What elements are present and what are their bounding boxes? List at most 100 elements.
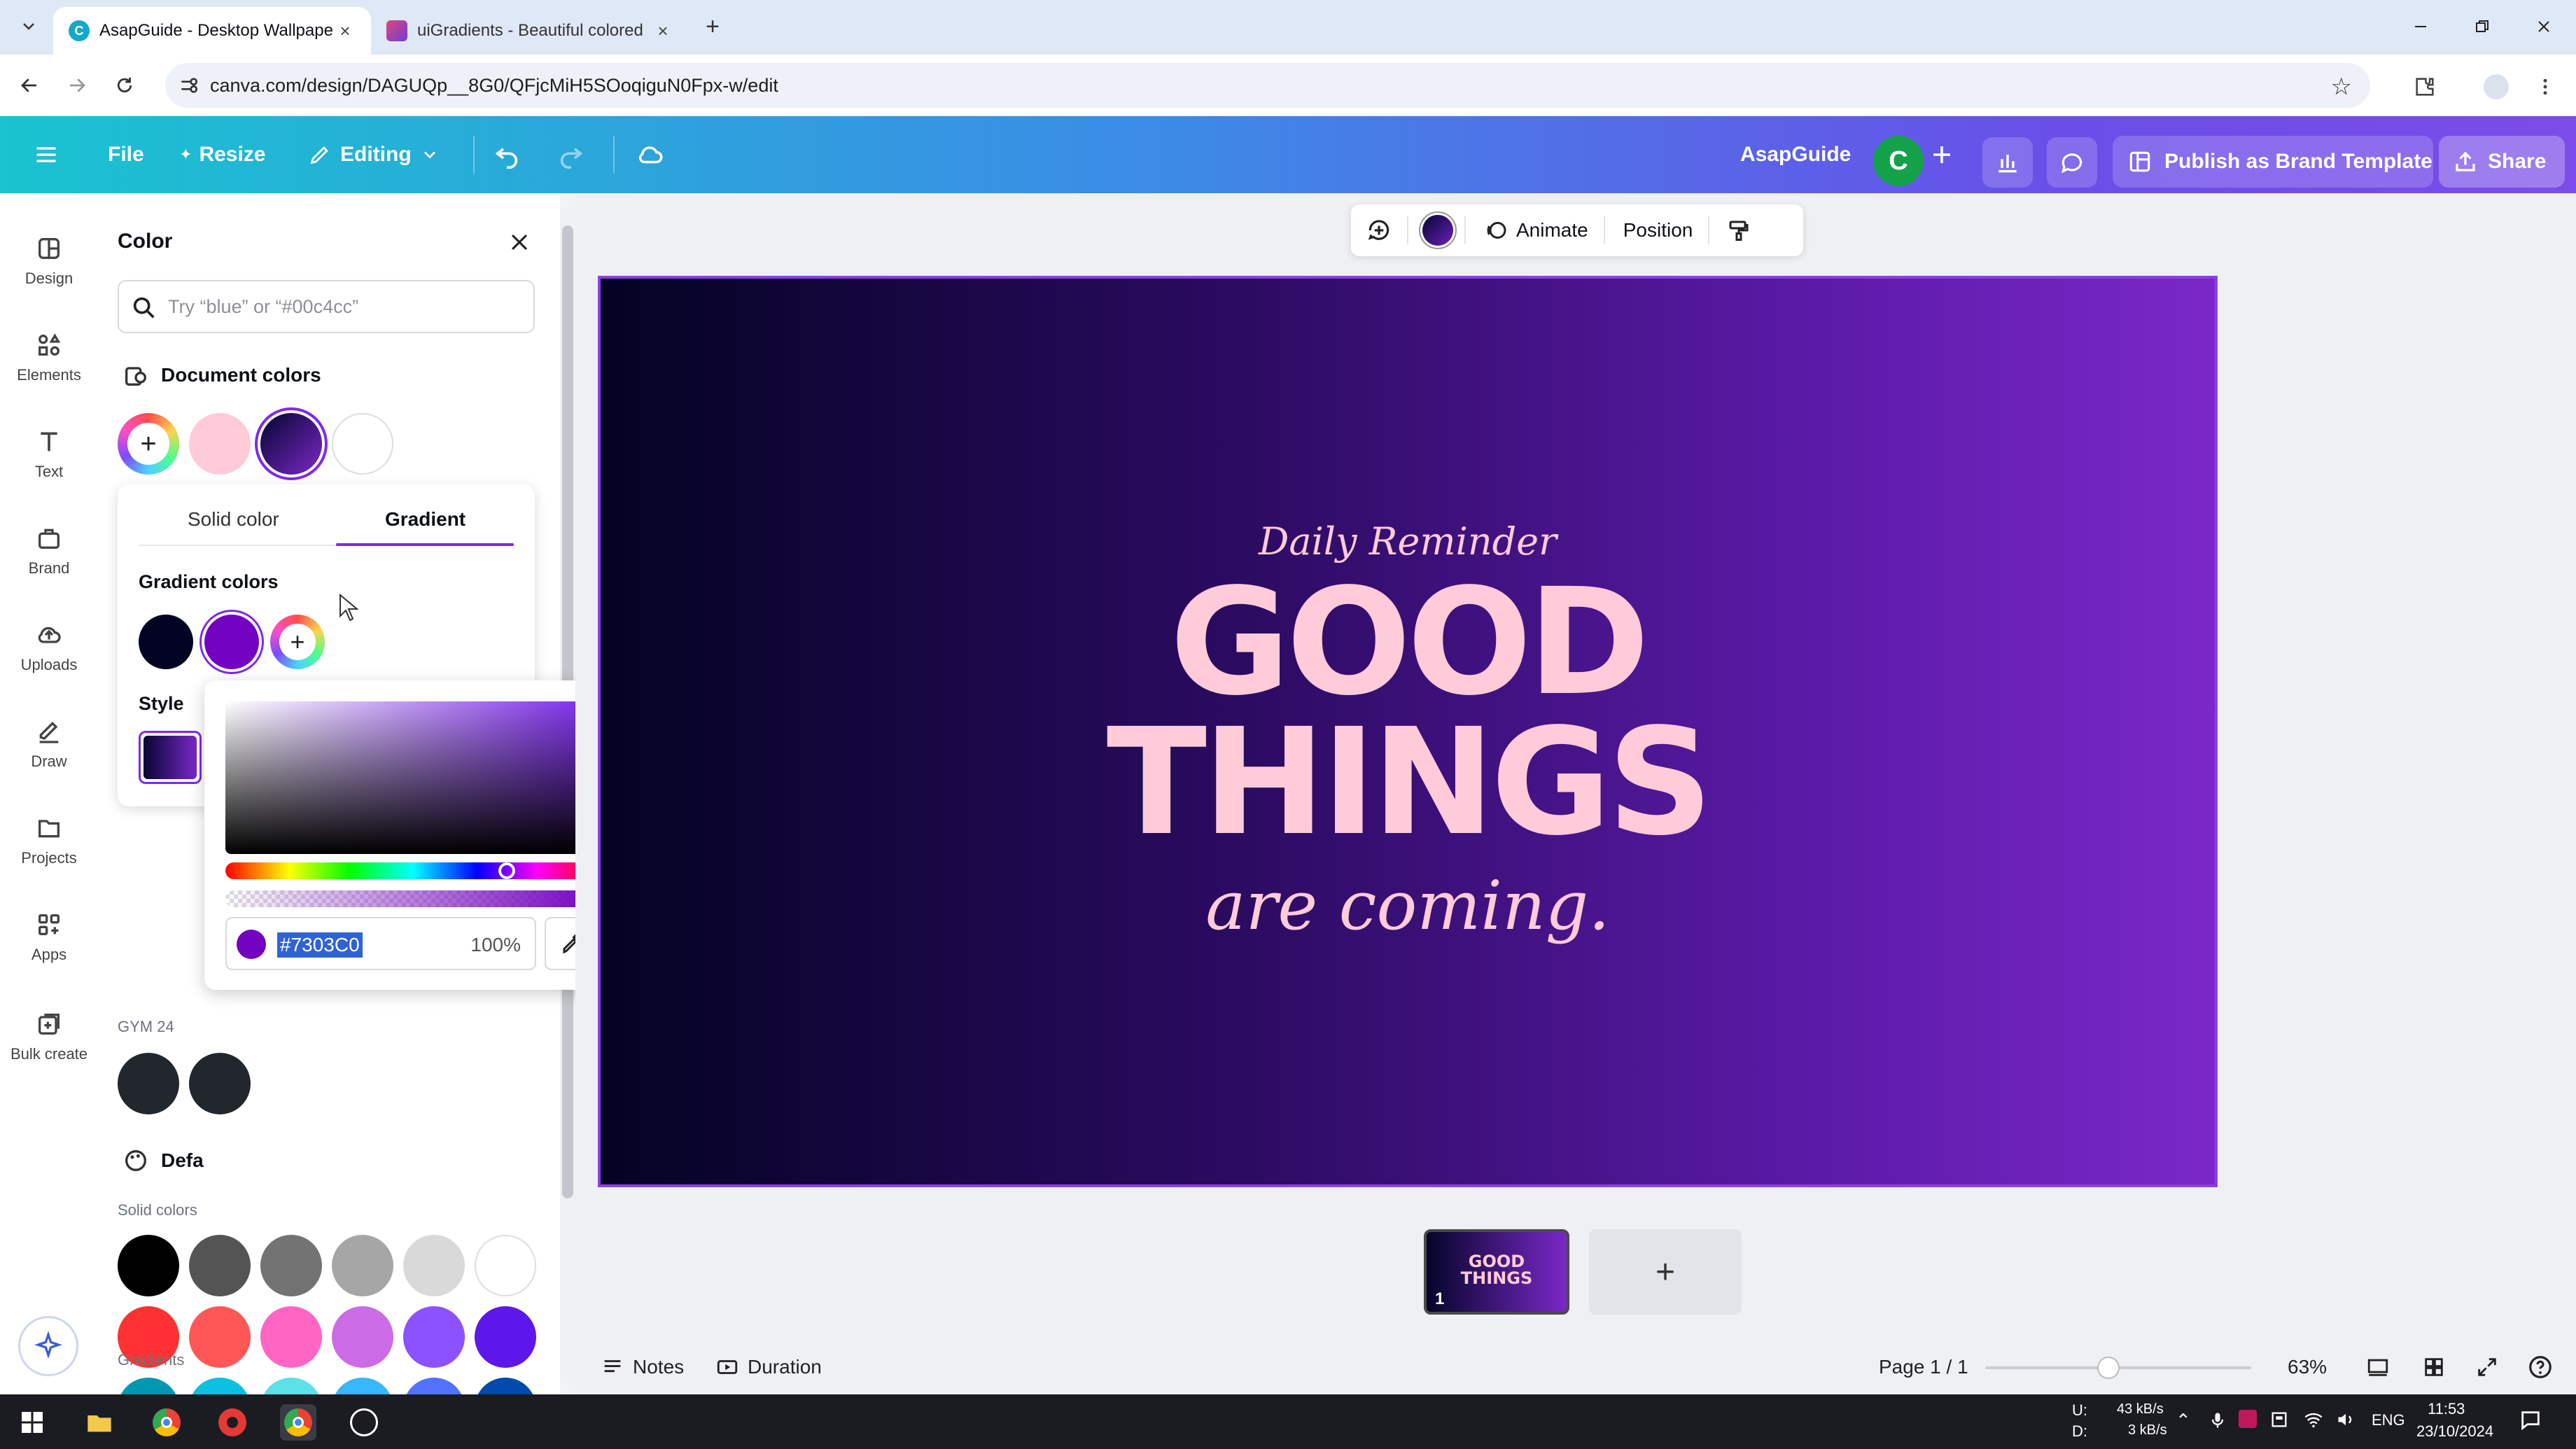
grid-view-icon[interactable]: [2422, 1351, 2446, 1383]
brand-color-swatch[interactable]: [189, 1053, 251, 1114]
reload-icon[interactable]: [105, 66, 144, 105]
hex-value[interactable]: #7303C0: [277, 932, 363, 958]
browser-tab-uigradients[interactable]: uiGradients - Beautiful colored ×: [371, 7, 689, 55]
solid-color-swatch[interactable]: [475, 1235, 536, 1296]
redo-icon[interactable]: [557, 132, 585, 178]
obs-icon[interactable]: [346, 1404, 382, 1441]
rail-item-text[interactable]: Text: [0, 412, 98, 496]
document-color-swatch-selected[interactable]: [260, 413, 322, 475]
rail-item-elements[interactable]: Elements: [0, 315, 98, 399]
brand-name[interactable]: AsapGuide: [1740, 132, 1851, 178]
notifications-icon[interactable]: [2519, 1408, 2542, 1436]
recorder-tray-icon[interactable]: [2239, 1410, 2257, 1428]
close-icon[interactable]: [501, 224, 538, 260]
solid-color-swatch[interactable]: [403, 1306, 465, 1368]
rail-item-brand[interactable]: Brand: [0, 508, 98, 592]
browser-menu-icon[interactable]: [2528, 70, 2562, 104]
rail-item-draw[interactable]: Draw: [0, 701, 98, 785]
solid-color-swatch[interactable]: [403, 1235, 465, 1296]
tab-solid-color[interactable]: Solid color: [188, 508, 279, 531]
ai-edit-icon[interactable]: [1351, 217, 1407, 244]
zoom-level[interactable]: 63%: [2288, 1351, 2327, 1383]
headline-line-2[interactable]: THINGS: [601, 709, 2215, 856]
tab-list-chevron-icon[interactable]: [13, 10, 45, 42]
gradient-stop-2-swatch[interactable]: [204, 615, 259, 669]
publish-brand-template-button[interactable]: Publish as Brand Template: [2113, 136, 2433, 188]
analytics-chart-icon[interactable]: [1982, 137, 2033, 188]
windows-start-icon[interactable]: [14, 1404, 50, 1441]
new-tab-icon[interactable]: +: [699, 13, 727, 41]
clock-date[interactable]: 23/10/2024: [2416, 1422, 2493, 1441]
gradient-stop-1-swatch[interactable]: [139, 615, 193, 669]
extensions-puzzle-icon[interactable]: [2408, 70, 2442, 104]
color-swatch-button[interactable]: [1411, 215, 1464, 246]
undo-icon[interactable]: [493, 132, 521, 178]
back-arrow-icon[interactable]: [10, 66, 49, 105]
chrome-active-icon[interactable]: [280, 1404, 316, 1441]
headline-line-1[interactable]: GOOD: [601, 569, 2215, 716]
chrome-icon[interactable]: [148, 1404, 185, 1441]
solid-color-swatch[interactable]: [332, 1235, 393, 1296]
tab-close-icon[interactable]: ×: [652, 20, 673, 41]
page-view-icon[interactable]: [2366, 1351, 2390, 1383]
solid-color-swatch[interactable]: [189, 1235, 251, 1296]
hue-slider[interactable]: [225, 862, 601, 879]
solid-color-swatch[interactable]: [189, 1306, 251, 1368]
magic-sparkle-icon[interactable]: [18, 1316, 78, 1376]
editing-mode-dropdown[interactable]: Editing: [308, 132, 440, 178]
file-explorer-icon[interactable]: [81, 1404, 118, 1441]
add-page-button[interactable]: +: [1589, 1229, 1742, 1315]
tray-chevron-up-icon[interactable]: ⌃: [2176, 1410, 2191, 1432]
language-indicator[interactable]: ENG: [2372, 1411, 2405, 1429]
rail-item-bulk-create[interactable]: Bulk create: [0, 994, 98, 1078]
page-indicator[interactable]: Page 1 / 1: [1879, 1351, 1968, 1383]
hue-slider-handle[interactable]: [498, 862, 515, 879]
animate-button[interactable]: Animate: [1469, 218, 1604, 243]
notes-button[interactable]: Notes: [601, 1351, 684, 1383]
close-window-icon[interactable]: [2516, 7, 2572, 46]
comments-icon[interactable]: [2047, 137, 2097, 188]
opacity-value[interactable]: 100%: [470, 934, 521, 956]
volume-icon[interactable]: [2335, 1410, 2356, 1434]
duration-button[interactable]: Duration: [715, 1351, 822, 1383]
solid-color-swatch[interactable]: [118, 1235, 179, 1296]
main-menu-icon[interactable]: [34, 132, 59, 178]
forward-arrow-icon[interactable]: [57, 66, 97, 105]
fullscreen-icon[interactable]: [2475, 1351, 2499, 1383]
document-color-swatch[interactable]: [189, 413, 251, 475]
tagline-text[interactable]: are coming.: [601, 867, 2215, 945]
paint-roller-icon[interactable]: [1712, 218, 1765, 243]
avatar[interactable]: C: [1873, 136, 1924, 186]
tab-gradient[interactable]: Gradient: [385, 508, 465, 531]
document-color-swatch[interactable]: [332, 413, 393, 475]
help-icon[interactable]: [2527, 1351, 2554, 1383]
clock-time[interactable]: 11:53: [2428, 1400, 2465, 1418]
rail-item-design[interactable]: Design: [0, 218, 98, 302]
add-gradient-stop-icon[interactable]: +: [270, 615, 325, 669]
wifi-icon[interactable]: [2303, 1410, 2324, 1434]
brand-color-swatch[interactable]: [118, 1053, 179, 1114]
solid-color-swatch[interactable]: [260, 1306, 322, 1368]
color-search-input[interactable]: Try “blue” or “#00c4cc”: [118, 280, 535, 333]
rail-item-apps[interactable]: Apps: [0, 895, 98, 979]
browser-tab-asapguide[interactable]: C AsapGuide - Desktop Wallpape ×: [53, 7, 371, 55]
microphone-icon[interactable]: [2208, 1410, 2227, 1435]
position-button[interactable]: Position: [1608, 219, 1709, 241]
minimize-icon[interactable]: [2393, 7, 2449, 46]
add-color-icon[interactable]: +: [118, 413, 179, 475]
gradient-style-linear[interactable]: [139, 731, 202, 784]
tab-close-icon[interactable]: ×: [335, 20, 356, 41]
bookmark-star-icon[interactable]: ☆: [2331, 73, 2352, 101]
share-button[interactable]: Share: [2439, 136, 2565, 188]
hex-input[interactable]: #7303C0 100%: [225, 917, 536, 970]
zoom-slider-handle[interactable]: [2097, 1357, 2120, 1379]
restore-icon[interactable]: [2454, 7, 2510, 46]
solid-color-swatch[interactable]: [475, 1306, 536, 1368]
site-info-icon[interactable]: [178, 74, 200, 97]
solid-color-swatch[interactable]: [260, 1235, 322, 1296]
add-collaborator-icon[interactable]: [1929, 132, 1954, 178]
solid-color-swatch[interactable]: [332, 1306, 393, 1368]
page-thumbnail[interactable]: GOOD THINGS 1: [1424, 1229, 1569, 1315]
screen-recorder-icon[interactable]: [214, 1404, 251, 1441]
opacity-slider[interactable]: [225, 890, 601, 907]
